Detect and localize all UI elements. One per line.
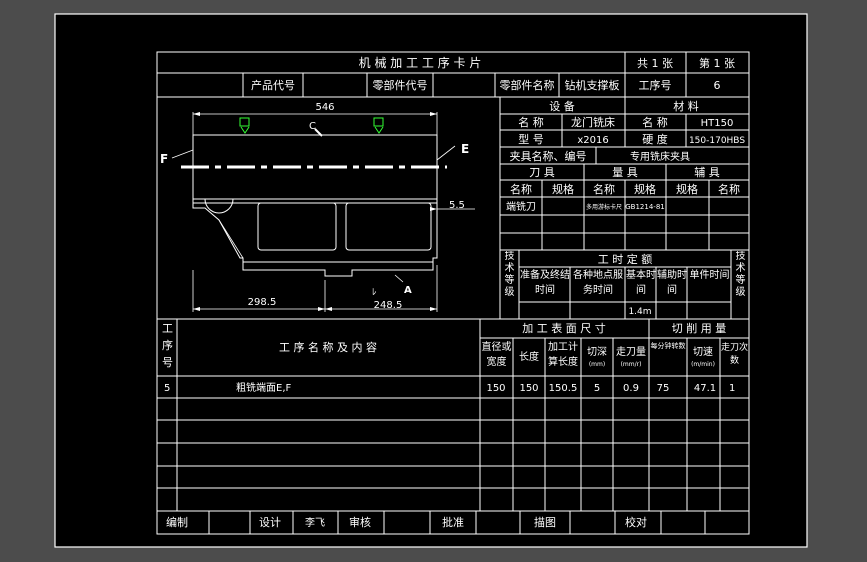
- label-e: E: [461, 142, 469, 156]
- footer-approve: 批准: [442, 515, 464, 529]
- col-prep-time: 准备及终结时间: [520, 270, 570, 296]
- material-hardness-value: 150-170HBS: [689, 136, 745, 146]
- fixture-value: 专用铣床夹具: [630, 150, 690, 163]
- dim-side: 5.5: [449, 200, 465, 211]
- group-surface-size: 加 工 表 面 尺 寸: [522, 321, 605, 335]
- footer-review: 审核: [349, 515, 371, 529]
- material-name-label: 名 称: [642, 115, 668, 129]
- tech-grade-right: 技术等级: [736, 251, 746, 298]
- footer-drawing: 描图: [534, 515, 556, 529]
- sheet-number: 第 1 张: [699, 56, 735, 70]
- col-speed: 切速: [693, 346, 713, 358]
- row-passes: 1: [729, 383, 735, 394]
- gauge-name: 多用游标卡尺: [586, 203, 622, 211]
- aux-header: 辅 具: [694, 165, 720, 179]
- product-code-label: 产品代号: [251, 78, 295, 92]
- col-feed-unit: (mm/r): [621, 361, 642, 368]
- col-aux-spec: 规格: [676, 182, 698, 196]
- equipment-header: 设 备: [549, 99, 575, 113]
- dim-total: 546: [315, 102, 334, 113]
- card-title: 机 械 加 工 工 序 卡 片: [359, 55, 482, 70]
- part-name-value: 钻机支撑板: [565, 78, 620, 92]
- equipment-model-value: x2016: [577, 135, 608, 146]
- col-process-no: 工序号: [162, 322, 173, 369]
- footer-design-name: 李飞: [305, 516, 325, 529]
- col-cutter-name: 名称: [510, 182, 532, 196]
- row-feed: 0.9: [623, 383, 639, 394]
- col-passes: 走刀次数: [721, 343, 748, 366]
- drawing-sheet: 机 械 加 工 工 序 卡 片 共 1 张 第 1 张 产品代号 零部件代号 零…: [54, 13, 808, 548]
- material-header: 材 料: [673, 99, 699, 113]
- equipment-name-label: 名 称: [518, 115, 544, 129]
- cutter-name: 端铣刀: [506, 200, 536, 213]
- col-depth: 切深: [587, 346, 607, 358]
- gauge-spec: GB1214-81: [625, 203, 664, 211]
- col-basic-time: 基本时间: [626, 270, 656, 296]
- cutter-header: 刀 具: [529, 166, 555, 179]
- footer-design: 设计: [259, 516, 281, 529]
- footer-compile: 编制: [166, 515, 188, 529]
- row-len: 150: [519, 383, 538, 394]
- col-feed: 走刀量: [616, 346, 646, 358]
- footer-proof: 校对: [625, 515, 647, 529]
- equipment-model-label: 型 号: [518, 132, 544, 146]
- col-process-desc: 工 序 名 称 及 内 容: [279, 340, 377, 354]
- col-unit-time: 单件时间: [690, 270, 730, 281]
- col-depth-unit: (mm): [589, 361, 605, 368]
- col-length: 长度: [519, 350, 539, 363]
- fixture-label: 夹具名称、编号: [510, 149, 587, 163]
- row-depth: 5: [594, 383, 600, 394]
- col-service-time: 各种地点服务时间: [573, 270, 623, 296]
- material-name-value: HT150: [701, 118, 734, 129]
- col-aux-time: 辅助时间: [657, 270, 687, 296]
- equipment-name-value: 龙门铣床: [571, 115, 615, 129]
- group-cutting: 切 削 用 量: [672, 321, 727, 335]
- row-dia: 150: [486, 383, 505, 394]
- time-quota-header: 工 时 定 额: [598, 252, 653, 266]
- label-a: A: [404, 285, 412, 296]
- label-f: F: [160, 152, 168, 166]
- material-hardness-label: 硬 度: [642, 132, 668, 146]
- process-no-value: 6: [714, 79, 721, 92]
- col-rpm: 每分钟转数: [651, 342, 686, 350]
- row-rpm: 75: [657, 383, 670, 394]
- small-mark: ﾚ: [372, 288, 377, 298]
- row-no: 5: [164, 383, 170, 394]
- col-gauge-name: 名称: [593, 182, 615, 196]
- col-speed-unit: (m/min): [691, 361, 715, 368]
- row-speed: 47.1: [694, 383, 716, 394]
- dim-right: 248.5: [374, 300, 403, 311]
- part-code-label: 零部件代号: [373, 78, 428, 92]
- gauge-header: 量 具: [612, 166, 638, 179]
- tech-grade-left: 技术等级: [505, 251, 515, 298]
- process-no-label: 工序号: [639, 78, 672, 92]
- row-desc: 粗铣端面E,F: [236, 381, 291, 394]
- dim-left: 298.5: [248, 297, 277, 308]
- total-sheets: 共 1 张: [637, 57, 673, 70]
- part-name-label: 零部件名称: [500, 78, 555, 92]
- basic-time-value: 1.4m: [628, 307, 651, 317]
- row-calc: 150.5: [549, 383, 578, 394]
- col-gauge-spec: 规格: [634, 182, 656, 196]
- col-aux-name: 名称: [718, 182, 740, 196]
- col-diameter: 直径或宽度: [482, 342, 512, 368]
- col-cutter-spec: 规格: [552, 182, 574, 196]
- col-calc-length: 加工计算长度: [548, 342, 578, 368]
